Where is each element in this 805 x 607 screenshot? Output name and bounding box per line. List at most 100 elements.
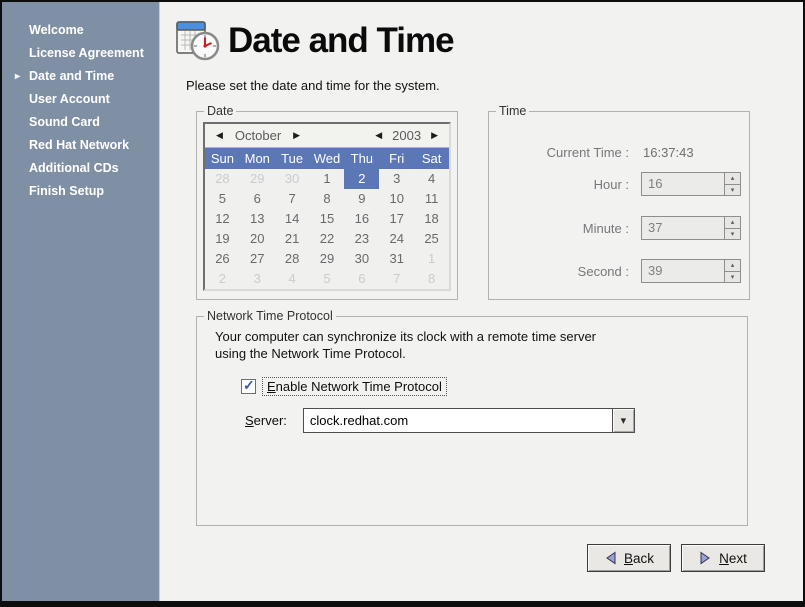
calendar-day[interactable]: 6 xyxy=(240,189,275,209)
minute-field[interactable]: 37 xyxy=(641,216,724,240)
second-stepper[interactable]: 39 ▴ ▾ xyxy=(641,259,741,283)
calendar-day[interactable]: 2 xyxy=(205,269,240,289)
time-frame-label: Time xyxy=(496,104,529,118)
sidebar-item-welcome[interactable]: ▸Welcome xyxy=(2,19,159,42)
sidebar-item-sound-card[interactable]: ▸Sound Card xyxy=(2,111,159,134)
server-combobox[interactable]: clock.redhat.com ▾ xyxy=(303,408,635,433)
calendar-day[interactable]: 29 xyxy=(310,249,345,269)
time-frame: Time Current Time : 16:37:43 Hour : 16 ▴… xyxy=(488,111,750,300)
calendar-day-header: Tue xyxy=(275,148,310,169)
calendar-day[interactable]: 11 xyxy=(414,189,449,209)
calendar-day[interactable]: 6 xyxy=(344,269,379,289)
calendar-day[interactable]: 3 xyxy=(240,269,275,289)
hour-stepper[interactable]: 16 ▴ ▾ xyxy=(641,172,741,196)
ntp-frame-label: Network Time Protocol xyxy=(204,309,336,323)
hour-field[interactable]: 16 xyxy=(641,172,724,196)
sidebar-item-user-account[interactable]: ▸User Account xyxy=(2,88,159,111)
calendar-day[interactable]: 9 xyxy=(344,189,379,209)
second-label: Second : xyxy=(489,264,629,279)
calendar-nav: ◀ October ▶ ◀ 2003 ▶ xyxy=(205,124,449,148)
current-time-row: Current Time : 16:37:43 xyxy=(489,140,694,164)
sidebar-item-red-hat-network[interactable]: ▸Red Hat Network xyxy=(2,134,159,157)
setup-wizard-window: ▸Welcome▸License Agreement▸Date and Time… xyxy=(0,0,805,607)
sidebar-item-additional-cds[interactable]: ▸Additional CDs xyxy=(2,157,159,180)
calendar-day[interactable]: 4 xyxy=(275,269,310,289)
second-down-icon[interactable]: ▾ xyxy=(724,271,741,284)
dropdown-arrow-icon[interactable]: ▾ xyxy=(612,409,634,432)
calendar-day[interactable]: 22 xyxy=(310,229,345,249)
server-label: Server: xyxy=(245,413,287,428)
calendar-day-header: Wed xyxy=(310,148,345,169)
next-button-label: Next xyxy=(719,551,747,566)
calendar-day[interactable]: 25 xyxy=(414,229,449,249)
minute-down-icon[interactable]: ▾ xyxy=(724,228,741,241)
calendar-day[interactable]: 4 xyxy=(414,169,449,189)
calendar-day[interactable]: 10 xyxy=(379,189,414,209)
calendar-day[interactable]: 30 xyxy=(344,249,379,269)
sidebar-item-label: Sound Card xyxy=(29,115,100,129)
minute-stepper[interactable]: 37 ▴ ▾ xyxy=(641,216,741,240)
calendar-day[interactable]: 8 xyxy=(414,269,449,289)
hour-up-icon[interactable]: ▴ xyxy=(724,172,741,184)
hour-down-icon[interactable]: ▾ xyxy=(724,184,741,197)
next-button[interactable]: Next xyxy=(681,544,765,572)
calendar-day[interactable]: 26 xyxy=(205,249,240,269)
prev-year-icon[interactable]: ◀ xyxy=(371,130,386,141)
calendar-day[interactable]: 5 xyxy=(310,269,345,289)
sidebar-item-finish-setup[interactable]: ▸Finish Setup xyxy=(2,180,159,203)
calendar-day[interactable]: 20 xyxy=(240,229,275,249)
next-month-icon[interactable]: ▶ xyxy=(289,130,304,141)
second-row: Second : 39 ▴ ▾ xyxy=(489,259,741,283)
calendar-day[interactable]: 14 xyxy=(275,209,310,229)
back-button[interactable]: Back xyxy=(587,544,671,572)
calendar-day[interactable]: 8 xyxy=(310,189,345,209)
enable-ntp-checkbox[interactable]: ✓ xyxy=(241,379,256,394)
calendar-day[interactable]: 7 xyxy=(379,269,414,289)
calendar-day[interactable]: 21 xyxy=(275,229,310,249)
wizard-content: ▸Welcome▸License Agreement▸Date and Time… xyxy=(2,2,803,601)
calendar-day[interactable]: 28 xyxy=(205,169,240,189)
calendar-day[interactable]: 5 xyxy=(205,189,240,209)
back-button-label: Back xyxy=(624,551,654,566)
second-up-icon[interactable]: ▴ xyxy=(724,259,741,271)
prev-month-icon[interactable]: ◀ xyxy=(212,130,227,141)
calendar-day[interactable]: 15 xyxy=(310,209,345,229)
next-year-icon[interactable]: ▶ xyxy=(427,130,442,141)
page-title: Date and Time xyxy=(228,21,454,61)
sidebar-item-date-and-time[interactable]: ▸Date and Time xyxy=(2,65,159,88)
calendar-day[interactable]: 12 xyxy=(205,209,240,229)
calendar-day[interactable]: 30 xyxy=(275,169,310,189)
calendar-day[interactable]: 1 xyxy=(310,169,345,189)
calendar-day[interactable]: 28 xyxy=(275,249,310,269)
calendar-day[interactable]: 29 xyxy=(240,169,275,189)
calendar-widget: ◀ October ▶ ◀ 2003 ▶ SunMonTueWedThuFriS… xyxy=(203,122,451,291)
calendar-day[interactable]: 24 xyxy=(379,229,414,249)
calendar-day[interactable]: 7 xyxy=(275,189,310,209)
calendar-year: 2003 xyxy=(392,128,421,143)
enable-ntp-label[interactable]: Enable Network Time Protocol xyxy=(262,377,447,396)
calendar-clock-icon xyxy=(172,15,222,65)
ntp-checkbox-row: ✓ Enable Network Time Protocol xyxy=(241,377,447,396)
calendar-day[interactable]: 16 xyxy=(344,209,379,229)
checkmark-icon: ✓ xyxy=(243,377,255,394)
calendar-day-header: Sun xyxy=(205,148,240,169)
sidebar-item-license-agreement[interactable]: ▸License Agreement xyxy=(2,42,159,65)
calendar-day[interactable]: 1 xyxy=(414,249,449,269)
calendar-day[interactable]: 18 xyxy=(414,209,449,229)
calendar-day[interactable]: 19 xyxy=(205,229,240,249)
active-step-arrow-icon: ▸ xyxy=(15,65,20,88)
ntp-server-row: Server: clock.redhat.com ▾ xyxy=(245,408,635,433)
server-input[interactable]: clock.redhat.com xyxy=(304,409,612,432)
ntp-description-line2: using the Network Time Protocol. xyxy=(215,346,406,361)
calendar-day-selected[interactable]: 2 xyxy=(344,169,379,189)
second-field[interactable]: 39 xyxy=(641,259,724,283)
minute-up-icon[interactable]: ▴ xyxy=(724,216,741,228)
sidebar-item-label: Finish Setup xyxy=(29,184,104,198)
calendar-day[interactable]: 27 xyxy=(240,249,275,269)
calendar-day[interactable]: 3 xyxy=(379,169,414,189)
current-time-label: Current Time : xyxy=(489,145,629,160)
calendar-day[interactable]: 23 xyxy=(344,229,379,249)
calendar-day[interactable]: 17 xyxy=(379,209,414,229)
calendar-day[interactable]: 13 xyxy=(240,209,275,229)
calendar-day[interactable]: 31 xyxy=(379,249,414,269)
